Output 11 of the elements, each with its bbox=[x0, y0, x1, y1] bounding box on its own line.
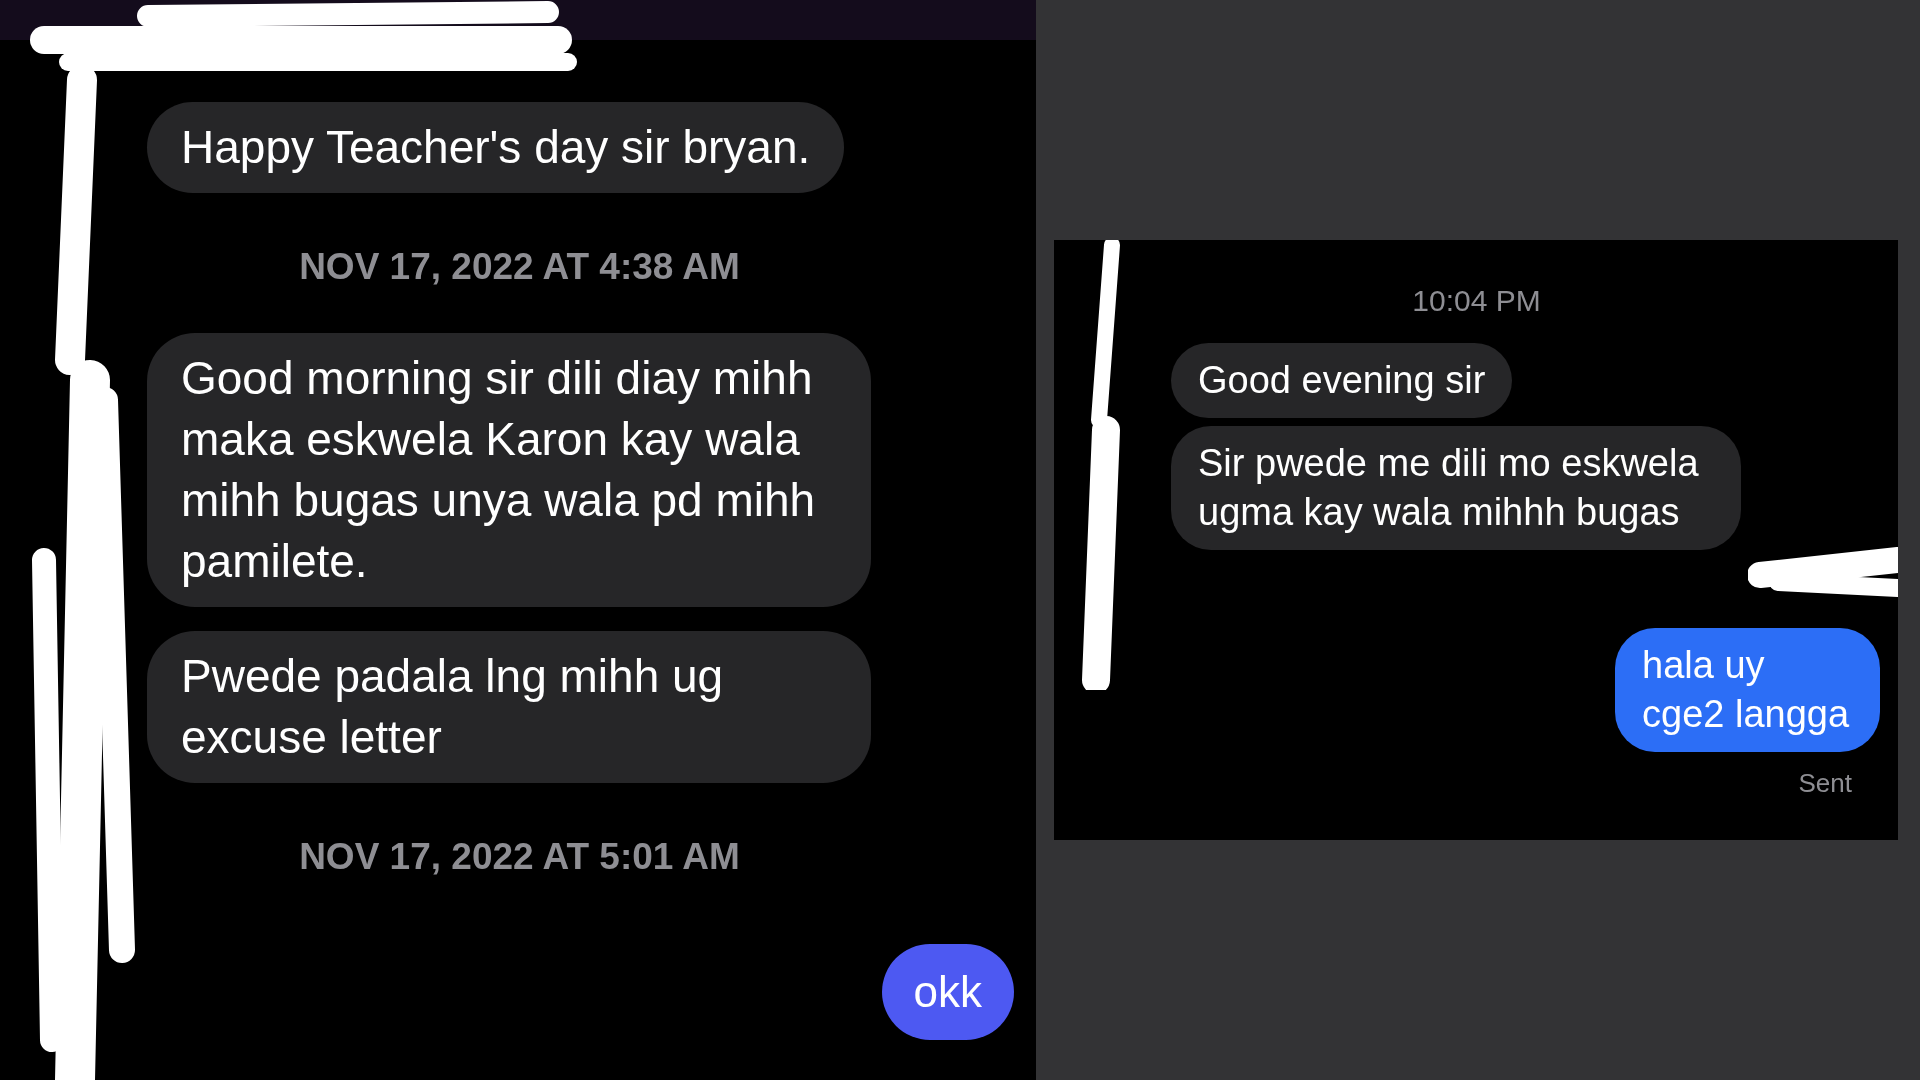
delivery-status: Sent bbox=[1798, 767, 1852, 800]
sent-message-bubble: okk bbox=[881, 944, 1014, 1040]
received-message-bubble: Sir pwede me dili mo eskwela ugma kay wala mihhh bugas bbox=[1171, 426, 1741, 550]
received-message-bubble: Happy Teacher's day sir bryan. bbox=[147, 102, 845, 193]
timestamp: NOV 17, 2022 AT 5:01 AM bbox=[299, 834, 740, 879]
received-message-bubble: Pwede padala lng mihh ug excuse letter bbox=[147, 630, 871, 783]
timestamp: 10:04 PM bbox=[1412, 283, 1541, 319]
timestamp: NOV 17, 2022 AT 4:38 AM bbox=[299, 245, 740, 289]
received-message-bubble: Good morning sir dili diay mihh maka eskwela Karon kay wala mihh bugas unya wala pd mihh pamilete. bbox=[147, 332, 871, 607]
received-message-bubble: Good evening sir bbox=[1171, 343, 1513, 418]
sent-message-bubble: hala uy cge2 langga bbox=[1615, 628, 1880, 752]
